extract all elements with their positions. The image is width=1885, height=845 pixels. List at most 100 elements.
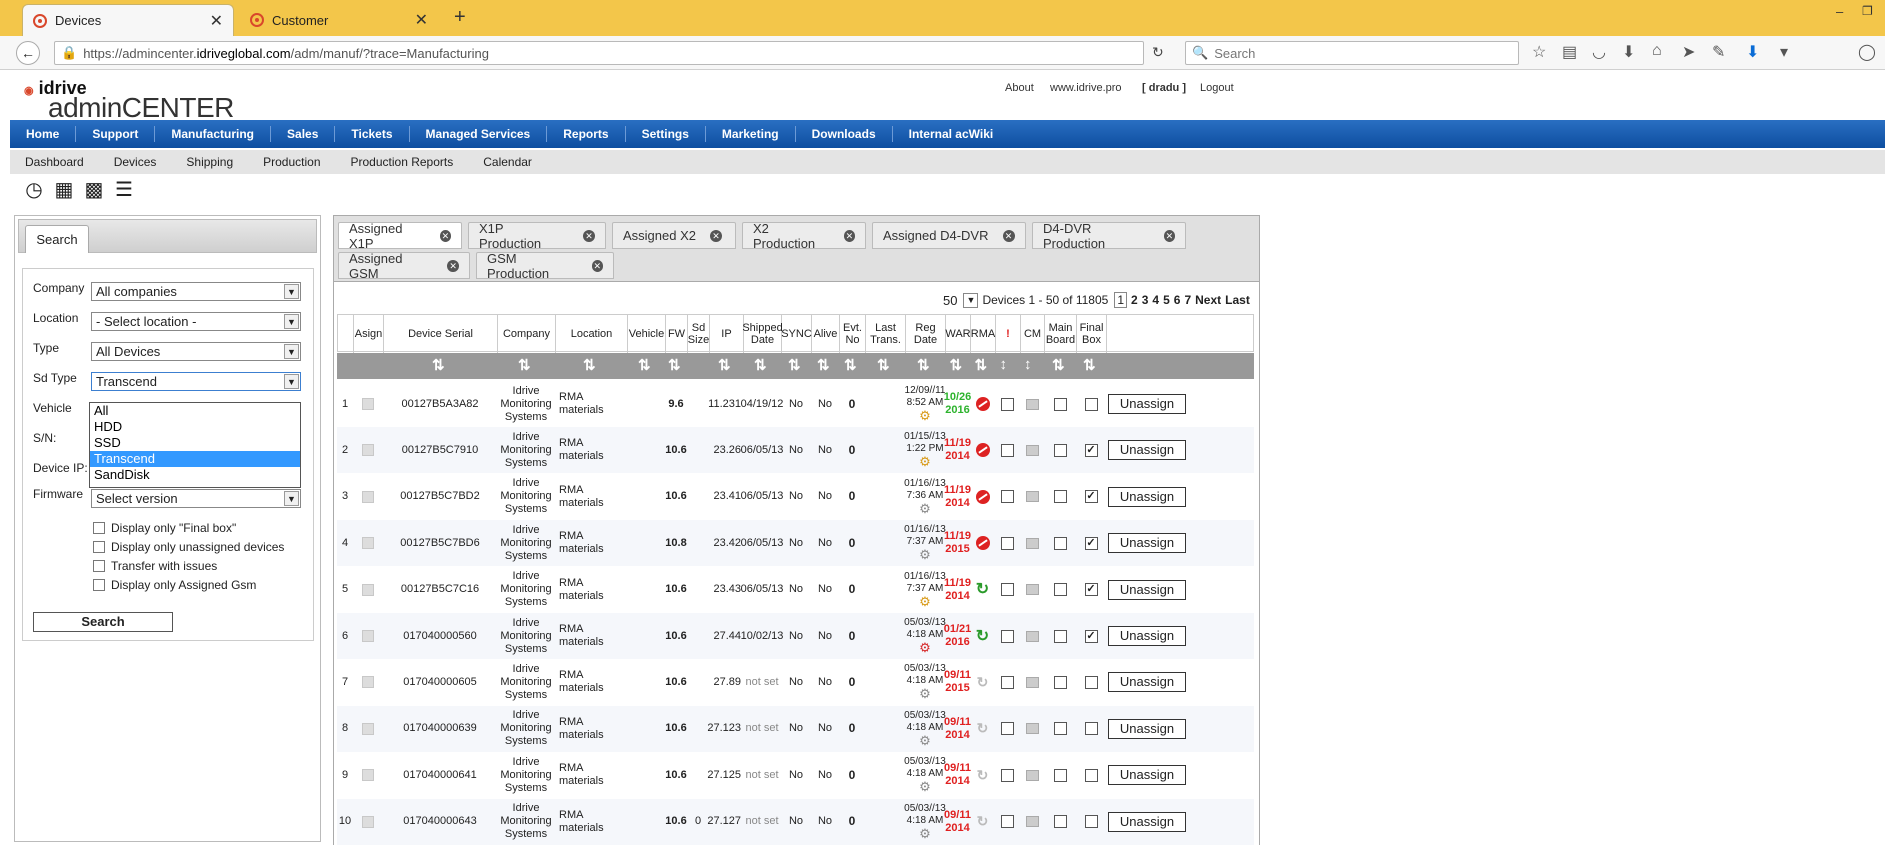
menu-marketing[interactable]: Marketing <box>706 126 796 142</box>
column-header-cm[interactable]: CM <box>1021 315 1045 353</box>
menu-internal-acwiki[interactable]: Internal acWiki <box>893 126 1010 142</box>
logout-link[interactable]: Logout <box>1200 82 1234 94</box>
main-board-checkbox[interactable] <box>1053 536 1067 550</box>
column-header-vehicle[interactable]: Vehicle <box>628 315 666 353</box>
sort-arrows-icon[interactable]: ⇅ <box>1052 356 1065 374</box>
calendar-icon[interactable]: ▦ <box>52 178 76 202</box>
submenu-calendar[interactable]: Calendar <box>468 155 547 169</box>
alert-checkbox[interactable] <box>1001 722 1014 736</box>
column-header-alert[interactable]: ! <box>996 315 1021 353</box>
column-header-main-board[interactable]: Main Board <box>1045 315 1077 353</box>
column-header-war[interactable]: WAR <box>945 315 971 353</box>
unassigned-checkbox-row[interactable]: Display only unassigned devices <box>93 540 284 554</box>
page-1[interactable]: 1 <box>1114 292 1128 308</box>
search-button[interactable]: Search <box>33 612 173 632</box>
clock-icon[interactable]: ◷ <box>22 178 46 202</box>
alert-checkbox[interactable] <box>1001 536 1014 550</box>
about-link[interactable]: About <box>1005 82 1034 94</box>
alert-checkbox[interactable] <box>1001 629 1014 643</box>
sort-arrows-icon[interactable]: ↕ <box>1000 356 1007 373</box>
unassign-button[interactable]: Unassign <box>1108 533 1186 554</box>
new-tab-icon[interactable]: + <box>454 6 466 29</box>
rma-inactive-icon[interactable]: ↻ <box>977 768 989 782</box>
home-icon[interactable]: ⌂ <box>1652 42 1662 60</box>
sdtype-option-all[interactable]: All <box>90 403 300 419</box>
checkbox[interactable] <box>93 560 105 572</box>
back-icon[interactable]: ← <box>16 41 40 65</box>
gear-icon[interactable]: ⚙ <box>919 641 931 655</box>
submenu-dashboard[interactable]: Dashboard <box>10 155 99 169</box>
close-icon[interactable]: ✕ <box>710 229 722 242</box>
cm-icon[interactable] <box>1025 584 1039 596</box>
sort-arrows-icon[interactable]: ⇅ <box>1083 356 1096 374</box>
pocket-icon[interactable]: ◡ <box>1592 42 1606 62</box>
assign-checkbox[interactable] <box>362 398 374 410</box>
tab-d4-dvr-production[interactable]: D4-DVR Production ✕ <box>1032 221 1186 251</box>
menu-sales[interactable]: Sales <box>271 126 336 142</box>
rma-inactive-icon[interactable]: ↻ <box>977 675 989 689</box>
unassign-button[interactable]: Unassign <box>1108 718 1186 739</box>
gear-icon[interactable]: ⚙ <box>919 409 931 423</box>
transfer-issues-checkbox-row[interactable]: Transfer with issues <box>93 559 217 573</box>
sdtype-option-transcend[interactable]: Transcend <box>90 451 300 467</box>
final-box-checkbox[interactable]: ✓ <box>1084 490 1098 504</box>
tab-x1p-production[interactable]: X1P Production ✕ <box>468 221 606 251</box>
tab-assigned-x2[interactable]: Assigned X2 ✕ <box>612 222 736 249</box>
column-header-evt-no[interactable]: Evt. No <box>840 315 866 353</box>
location-select[interactable]: - Select location - ▼ <box>91 312 301 331</box>
final-box-checkbox[interactable]: ✓ <box>1084 629 1098 643</box>
sdtype-select[interactable]: Transcend ▼ <box>91 372 301 391</box>
menu-support[interactable]: Support <box>76 126 156 142</box>
assign-checkbox[interactable] <box>362 444 374 457</box>
final-box-checkbox[interactable]: ✓ <box>1084 536 1098 550</box>
main-board-checkbox[interactable] <box>1053 490 1067 504</box>
close-icon[interactable]: ✕ <box>447 259 459 272</box>
alert-checkbox[interactable] <box>1001 490 1014 504</box>
final-box-checkbox[interactable] <box>1084 397 1098 411</box>
type-select[interactable]: All Devices ▼ <box>91 342 301 361</box>
gear-icon[interactable]: ⚙ <box>919 594 931 609</box>
close-icon[interactable]: ✕ <box>591 259 603 272</box>
submenu-shipping[interactable]: Shipping <box>171 155 248 169</box>
rma-blocked-icon[interactable] <box>975 397 990 411</box>
reload-icon[interactable]: ↻ <box>1152 44 1164 61</box>
assign-checkbox[interactable] <box>362 537 374 550</box>
main-board-checkbox[interactable] <box>1053 815 1067 829</box>
unassign-button[interactable]: Unassign <box>1108 579 1186 600</box>
assign-checkbox[interactable] <box>362 630 374 642</box>
submenu-production[interactable]: Production <box>248 155 335 169</box>
close-icon[interactable]: ✕ <box>1002 229 1015 242</box>
calculator-icon[interactable]: ▩ <box>82 178 106 202</box>
tab-gsm-production[interactable]: GSM Production ✕ <box>476 251 614 281</box>
menu-managed-services[interactable]: Managed Services <box>410 126 548 142</box>
cm-icon[interactable] <box>1025 630 1039 642</box>
cm-icon[interactable] <box>1025 816 1039 828</box>
rma-blocked-icon[interactable] <box>975 489 990 504</box>
last-page-link[interactable]: Last <box>1225 293 1250 307</box>
main-board-checkbox[interactable] <box>1053 397 1067 411</box>
rma-inactive-icon[interactable]: ↻ <box>977 721 989 735</box>
bookmark-star-icon[interactable]: ☆ <box>1532 42 1546 62</box>
unassign-button[interactable]: Unassign <box>1108 672 1186 693</box>
sort-arrows-icon[interactable]: ⇅ <box>817 356 830 374</box>
user-link[interactable]: [ dradu ] <box>1142 82 1186 94</box>
assign-checkbox[interactable] <box>362 676 374 689</box>
column-header-company[interactable]: Company <box>498 315 556 353</box>
assign-checkbox[interactable] <box>362 490 374 503</box>
column-header-sd-size[interactable]: Sd Size <box>688 315 710 353</box>
company-select[interactable]: All companies ▼ <box>91 282 301 301</box>
alert-checkbox[interactable] <box>1001 768 1014 782</box>
sort-arrows-icon[interactable]: ↕ <box>1024 356 1031 373</box>
column-header-ip[interactable]: IP <box>710 315 744 353</box>
main-board-checkbox[interactable] <box>1053 675 1067 689</box>
gear-icon[interactable]: ⚙ <box>919 733 931 748</box>
sort-arrows-icon[interactable]: ⇅ <box>975 356 988 374</box>
tab-assigned-d4-dvr[interactable]: Assigned D4-DVR ✕ <box>872 222 1026 249</box>
browser-tab-devices[interactable]: Devices ✕ <box>22 4 234 36</box>
alert-checkbox[interactable] <box>1001 675 1014 689</box>
sort-arrows-icon[interactable]: ⇅ <box>917 356 930 374</box>
column-header-rma[interactable]: RMA <box>971 315 996 353</box>
menu-settings[interactable]: Settings <box>626 126 706 142</box>
sdtype-option-sanddisk[interactable]: SandDisk <box>90 467 300 483</box>
column-header-sync[interactable]: SYNC <box>781 315 812 353</box>
